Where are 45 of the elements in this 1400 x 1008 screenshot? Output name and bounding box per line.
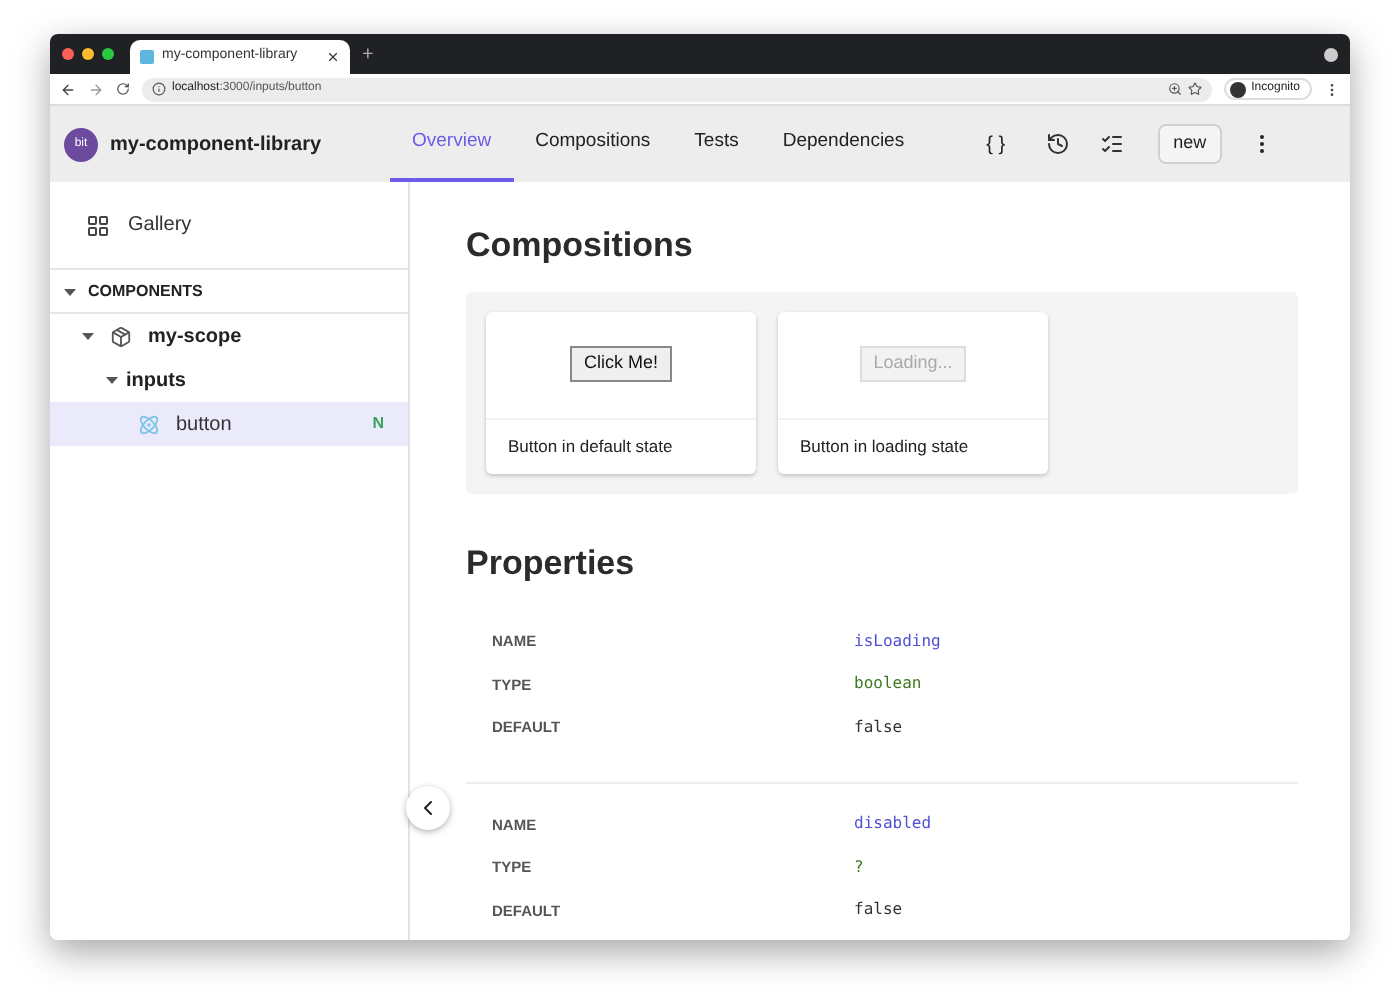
section-header[interactable]: COMPONENTS	[50, 270, 408, 314]
status-letter: N	[372, 412, 384, 436]
property-value: false	[854, 715, 903, 740]
property-value: disabled	[854, 812, 932, 837]
atom-icon	[138, 413, 160, 435]
collapse-sidebar-button[interactable]	[406, 786, 450, 830]
section-heading: Properties	[466, 541, 637, 585]
tree-label: inputs	[126, 367, 186, 395]
close-icon[interactable]	[326, 50, 340, 64]
star-icon[interactable]	[1187, 82, 1202, 96]
list-icon[interactable]	[1099, 132, 1124, 156]
tree-item[interactable]: button N	[50, 402, 408, 446]
composition-card[interactable]: Click Me! Button in default state	[486, 311, 756, 473]
new-tab-button[interactable]: +	[362, 39, 374, 69]
property-value: ?	[854, 855, 864, 880]
tree-label: my-scope	[148, 323, 242, 351]
composition-caption: Button in default state	[506, 433, 675, 460]
forward-icon[interactable]	[88, 81, 104, 97]
composition-caption: Button in loading state	[798, 433, 971, 460]
favicon-icon	[140, 50, 154, 64]
property-value: boolean	[854, 672, 922, 697]
nav-tab[interactable]: Dependencies	[760, 106, 927, 182]
property-value: false	[854, 898, 903, 923]
gallery-item[interactable]: Gallery	[50, 182, 408, 270]
tree-item[interactable]: inputs	[50, 358, 408, 402]
expand-caret-icon[interactable]	[106, 374, 118, 386]
code-button[interactable]: { }	[986, 129, 1006, 159]
info-icon	[152, 82, 166, 96]
tree-item[interactable]: my-scope	[50, 314, 408, 358]
nav-tab[interactable]: Tests	[672, 106, 761, 182]
section-heading: Compositions	[466, 224, 695, 268]
reload-icon[interactable]	[116, 82, 130, 96]
collapse-caret-icon	[64, 285, 76, 297]
nav-tab[interactable]: Compositions	[513, 106, 673, 182]
preview-button[interactable]: Click Me!	[569, 346, 672, 382]
expand-caret-icon[interactable]	[82, 330, 94, 342]
back-icon[interactable]	[60, 81, 76, 97]
box-icon	[110, 325, 132, 347]
zoom-icon[interactable]	[1167, 82, 1182, 96]
new-button[interactable]: new	[1157, 124, 1223, 164]
property-value: isLoading	[854, 629, 941, 654]
app-title: my-component-library	[110, 131, 324, 159]
tree-label: button	[176, 411, 232, 439]
gallery-icon	[86, 213, 110, 237]
history-icon[interactable]	[1045, 132, 1070, 156]
